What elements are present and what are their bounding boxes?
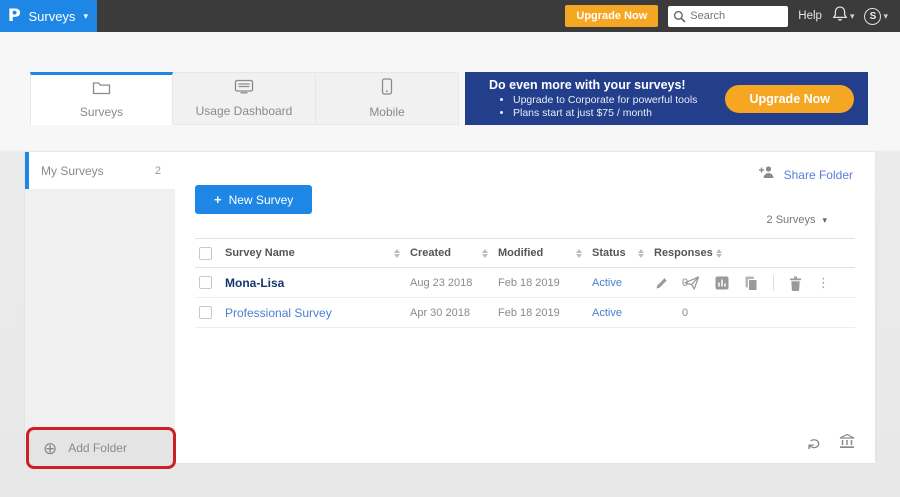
folder-count-badge: 2: [155, 165, 161, 177]
top-bar: P Surveys ▾ Upgrade Now Help ▾ S ▾: [0, 0, 900, 32]
divider: [773, 275, 774, 291]
plus-circle-icon: ⊕: [43, 440, 57, 457]
dashboard-icon: [234, 79, 254, 99]
created-date: Aug 23 2018: [410, 277, 472, 289]
avatar: S: [864, 8, 881, 25]
survey-count-dropdown[interactable]: 2 Surveys ▾: [767, 214, 827, 226]
notifications-button[interactable]: ▾: [832, 5, 855, 27]
tab-usage-dashboard[interactable]: Usage Dashboard: [173, 72, 316, 125]
col-header-created: Created: [410, 247, 451, 259]
sort-icon[interactable]: [716, 249, 722, 258]
row-checkbox[interactable]: [199, 276, 212, 289]
tab-label: Surveys: [80, 105, 123, 119]
share-person-icon: [758, 165, 776, 184]
folder-label: My Surveys: [41, 164, 104, 178]
share-folder-label: Share Folder: [784, 168, 853, 182]
sort-icon[interactable]: [576, 249, 582, 258]
table-row: Professional Survey Apr 30 2018 Feb 18 2…: [195, 298, 855, 328]
status-badge: Active: [592, 277, 622, 289]
account-menu[interactable]: S ▾: [864, 8, 888, 25]
banner-bullet: Upgrade to Corporate for powerful tools: [513, 94, 725, 107]
folders-list-area: [25, 189, 175, 463]
search-box: [668, 6, 788, 27]
chevron-down-icon: ▾: [83, 11, 88, 22]
created-date: Apr 30 2018: [410, 307, 470, 319]
select-all-checkbox[interactable]: [199, 247, 212, 260]
copy-icon[interactable]: [744, 276, 758, 291]
share-folder-button[interactable]: Share Folder: [758, 165, 853, 184]
col-header-modified: Modified: [498, 247, 543, 259]
chevron-down-icon: ▾: [850, 11, 855, 22]
folder-item-my-surveys[interactable]: My Surveys 2: [25, 152, 175, 189]
chevron-down-icon: ▾: [883, 11, 888, 22]
survey-name-link[interactable]: Professional Survey: [225, 306, 332, 320]
help-link[interactable]: Help: [798, 10, 822, 22]
send-plane-icon[interactable]: [684, 276, 700, 290]
bell-icon: [832, 5, 848, 27]
tab-surveys[interactable]: Surveys: [30, 72, 173, 125]
modified-date: Feb 18 2019: [498, 277, 560, 289]
sort-icon[interactable]: [394, 249, 400, 258]
tab-mobile[interactable]: Mobile: [316, 72, 459, 125]
plus-icon: +: [214, 192, 222, 207]
banner-title: Do even more with your surveys!: [489, 78, 725, 92]
app-logo-icon: P: [8, 6, 21, 26]
delete-trash-icon[interactable]: [789, 276, 802, 291]
search-input[interactable]: [668, 6, 788, 27]
tab-label: Usage Dashboard: [196, 104, 293, 118]
sort-icon[interactable]: [638, 249, 644, 258]
col-header-survey-name: Survey Name: [225, 247, 295, 259]
surveys-panel: My Surveys 2 ⊕ Add Folder Share Folder +…: [25, 152, 875, 463]
sort-icon[interactable]: [482, 249, 488, 258]
restore-icon[interactable]: ↻: [804, 438, 826, 451]
folders-sidebar: My Surveys 2 ⊕ Add Folder: [25, 152, 175, 463]
product-menu-label: Surveys: [28, 9, 75, 24]
report-chart-icon[interactable]: [715, 276, 729, 290]
modified-date: Feb 18 2019: [498, 307, 560, 319]
page-background: Surveys Usage Dashboard Mobile Do even m…: [0, 32, 900, 497]
promo-banner: Do even more with your surveys! Upgrade …: [465, 72, 868, 125]
mobile-icon: [381, 78, 393, 100]
folder-icon: [92, 80, 111, 100]
status-badge: Active: [592, 307, 622, 319]
survey-name-link[interactable]: Mona-Lisa: [225, 276, 284, 290]
row-checkbox[interactable]: [199, 306, 212, 319]
survey-count-label: 2 Surveys: [767, 214, 816, 226]
survey-list-area: Share Folder + New Survey 2 Surveys ▾ Su…: [175, 152, 875, 463]
search-icon: [673, 10, 686, 28]
product-menu[interactable]: P Surveys ▾: [0, 0, 97, 32]
new-survey-label: New Survey: [229, 193, 294, 207]
module-tabs: Surveys Usage Dashboard Mobile: [30, 72, 460, 125]
add-folder-button[interactable]: ⊕ Add Folder: [26, 427, 176, 469]
table-header-row: Survey Name Created Modified Status: [195, 238, 855, 268]
add-folder-label: Add Folder: [68, 441, 127, 455]
banner-bullet: Plans start at just $75 / month: [513, 107, 725, 120]
responses-count: 0: [654, 307, 716, 319]
chevron-down-icon: ▾: [822, 215, 827, 226]
col-header-status: Status: [592, 247, 626, 259]
more-options-icon[interactable]: ⋮: [817, 275, 830, 291]
banner-upgrade-button[interactable]: Upgrade Now: [725, 85, 854, 113]
table-row: Mona-Lisa Aug 23 2018 Feb 18 2019 Active…: [195, 268, 855, 298]
surveys-table: Survey Name Created Modified Status: [195, 238, 855, 328]
panel-footer-icons: ↻: [808, 434, 855, 454]
row-actions: ⋮: [655, 268, 830, 298]
tab-label: Mobile: [369, 105, 404, 119]
new-survey-button[interactable]: + New Survey: [195, 185, 312, 214]
col-header-responses: Responses: [654, 247, 713, 259]
archive-bank-icon[interactable]: [839, 434, 855, 454]
upgrade-now-button[interactable]: Upgrade Now: [565, 5, 658, 27]
edit-pencil-icon[interactable]: [655, 276, 669, 290]
